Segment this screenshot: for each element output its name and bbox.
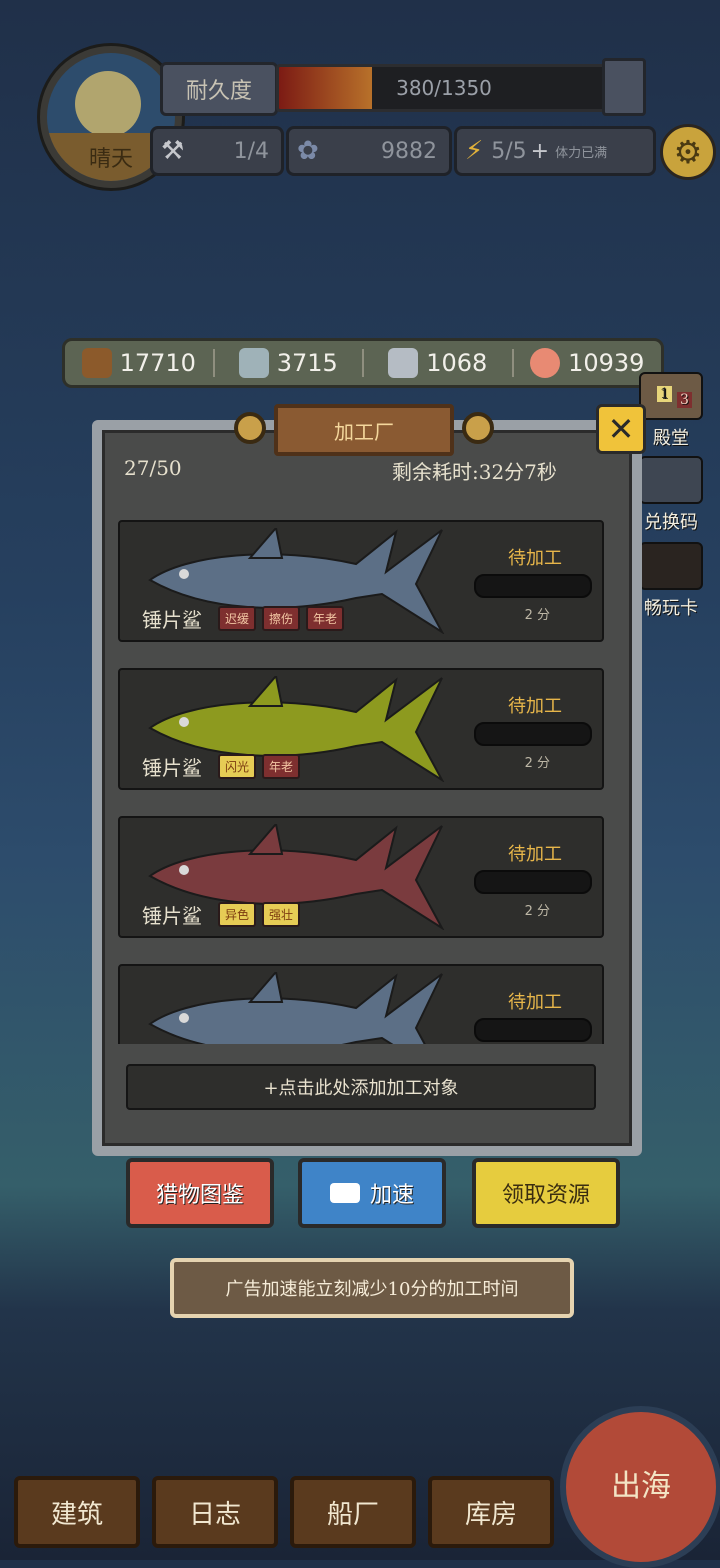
panel-ring-right — [462, 412, 494, 444]
processing-time: 2 分 — [524, 608, 550, 623]
prey-name: 锤片鲨 — [142, 756, 202, 780]
trait-tag: 迟缓 — [218, 606, 257, 631]
redeem-code-button[interactable]: 兑换码 — [630, 456, 712, 534]
iron-ingot-icon — [388, 348, 419, 378]
iron-value: 1068 — [426, 349, 488, 377]
trait-tag: 年老 — [306, 606, 345, 631]
wood-value: 17710 — [119, 349, 196, 377]
energy-value: 5/5 — [491, 138, 527, 164]
stone-resource: 3715 — [215, 348, 363, 378]
processing-list[interactable]: 锤片鲨 迟缓 擦伤 年老 待加工 2 分锤片鲨 闪光 年老 待加工 2 分锤片鲨 异色 强壮 待加工 2 … — [118, 520, 604, 1044]
temple-icon: 1 3 — [639, 372, 703, 420]
processing-status: 待加工 — [508, 844, 562, 865]
durability-bar: 380/1350 — [276, 64, 612, 112]
processing-status: 待加工 — [508, 992, 562, 1013]
processing-progress-bar — [474, 1018, 592, 1042]
processing-progress-bar — [474, 722, 592, 746]
close-button[interactable]: ✕ — [596, 404, 646, 454]
resource-bar: 17710 3715 1068 10939 — [62, 338, 664, 388]
trait-tag: 擦伤 — [262, 606, 301, 631]
trait-tag: 强壮 — [262, 902, 301, 927]
temple-badge-b: 3 — [677, 392, 692, 408]
nav-storage-button[interactable]: 库房 — [428, 1476, 554, 1548]
processing-item[interactable]: 锤片鲨 迟缓 擦伤 年老 待加工 2 分 — [118, 520, 604, 642]
processing-item[interactable]: 锤片鲨 闪光 年老 待加工 2 分 — [118, 668, 604, 790]
play-card-button[interactable]: 畅玩卡 — [630, 542, 712, 620]
processing-progress-bar — [474, 574, 592, 598]
speedup-label: 加速 — [369, 1183, 414, 1208]
video-icon — [329, 1183, 360, 1203]
processing-status: 待加工 — [508, 696, 562, 717]
workers-value: 1/4 — [233, 138, 269, 164]
durability-bar-cap — [602, 58, 646, 116]
nav-build-button[interactable]: 建筑 — [14, 1476, 140, 1548]
wood-icon — [81, 348, 112, 378]
durability-text: 380/1350 — [396, 76, 492, 100]
processing-item[interactable]: 锤片鲨 异色 强壮 待加工 2 分 — [118, 816, 604, 938]
settings-gear-icon[interactable]: ⚙ — [660, 124, 716, 180]
stone-value: 3715 — [276, 349, 338, 377]
nav-shipyard-button[interactable]: 船厂 — [290, 1476, 416, 1548]
trait-tag: 年老 — [262, 754, 301, 779]
fish-meat-icon — [530, 348, 561, 378]
trait-tag: 异色 — [218, 902, 257, 927]
processing-status: 待加工 — [508, 548, 562, 569]
workers-stat: ⚒ 1/4 — [150, 126, 284, 176]
remaining-time: 剩余耗时:32分7秒 — [392, 460, 557, 484]
processing-time: 2 分 — [524, 904, 550, 919]
nav-log-button[interactable]: 日志 — [152, 1476, 278, 1548]
play-card-label: 畅玩卡 — [644, 598, 698, 619]
shell-icon: ✿ — [297, 136, 319, 166]
set-sail-button[interactable]: 出海 — [560, 1406, 720, 1568]
prey-name: 锤片鲨 — [142, 904, 202, 928]
prey-name: 锤片鲨 — [142, 608, 202, 632]
trait-tags: 迟缓 擦伤 年老 — [218, 606, 345, 631]
ad-speedup-hint: 广告加速能立刻减少10分的加工时间 — [170, 1258, 574, 1318]
lightning-icon: ⚡ — [465, 136, 484, 166]
energy-note: 体力已满 — [555, 145, 608, 161]
shark-image — [148, 972, 443, 1044]
speedup-button[interactable]: 加速 — [298, 1158, 446, 1228]
durability-label: 耐久度 — [160, 62, 278, 116]
trait-tags: 闪光 年老 — [218, 754, 301, 779]
processing-progress-bar — [474, 870, 592, 894]
hammer-icon: ⚒ — [161, 136, 185, 166]
energy-stat[interactable]: ⚡ 5/5 + 体力已满 — [454, 126, 656, 176]
stone-icon — [238, 348, 269, 378]
redeem-code-label: 兑换码 — [644, 512, 698, 533]
prey-catalog-button[interactable]: 猎物图鉴 — [126, 1158, 274, 1228]
trait-tags: 异色 强壮 — [218, 902, 301, 927]
factory-title: 加工厂 — [274, 404, 454, 456]
processing-item[interactable]: 锤片鲨待加工2 分 — [118, 964, 604, 1044]
close-icon: ✕ — [607, 410, 635, 448]
iron-resource: 1068 — [364, 348, 512, 378]
trait-tag: 闪光 — [218, 754, 257, 779]
ticket-icon — [639, 456, 703, 504]
temple-badge-a: 1 — [657, 386, 672, 402]
energy-plus-icon[interactable]: + — [531, 139, 549, 164]
factory-count: 27/50 — [124, 456, 182, 480]
add-processing-target-button[interactable]: +点击此处添加加工对象 — [126, 1064, 596, 1110]
card-icon — [639, 542, 703, 590]
shells-value: 9882 — [381, 138, 437, 164]
panel-ring-left — [234, 412, 266, 444]
collect-resources-button[interactable]: 领取资源 — [472, 1158, 620, 1228]
wood-resource: 17710 — [65, 348, 213, 378]
processing-time: 2 分 — [524, 756, 550, 771]
shells-stat: ✿ 9882 — [286, 126, 452, 176]
sun-icon — [75, 71, 141, 137]
